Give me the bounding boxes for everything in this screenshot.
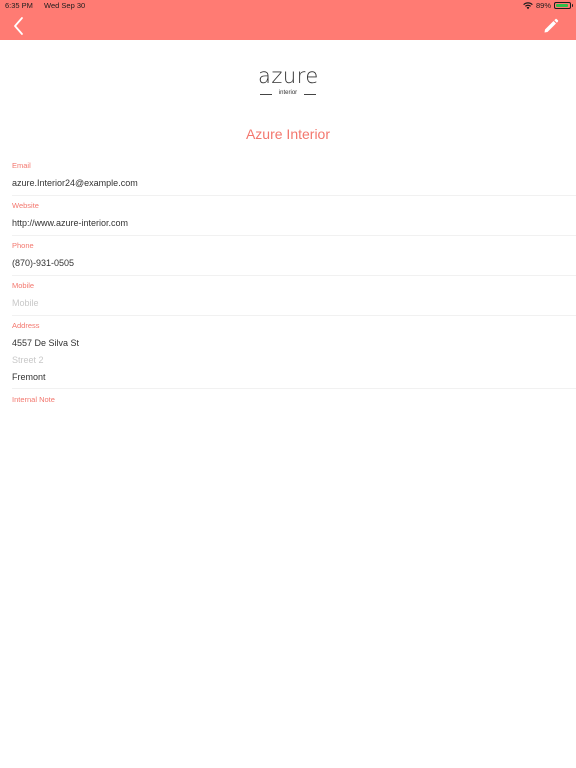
page-title: Azure Interior xyxy=(245,126,331,142)
back-button[interactable] xyxy=(8,15,30,37)
wifi-icon xyxy=(523,1,533,9)
street-value[interactable]: 4557 De Silva St xyxy=(12,338,564,349)
phone-field[interactable]: Phone (870)-931-0505 xyxy=(12,241,564,269)
navigation-bar: 6:35 PM Wed Sep 30 89% xyxy=(0,0,576,40)
email-value[interactable]: azure.Interior24@example.com xyxy=(12,178,564,189)
logo-line-right xyxy=(304,94,316,95)
website-field[interactable]: Website http://www.azure-interior.com xyxy=(12,201,564,229)
address-label: Address xyxy=(12,321,40,330)
internal-note-label: Internal Note xyxy=(12,395,55,404)
city-value[interactable]: Fremont xyxy=(12,372,564,383)
email-field[interactable]: Email azure.Interior24@example.com xyxy=(12,161,564,189)
status-bar-right: 89% xyxy=(523,1,573,10)
divider xyxy=(12,388,576,389)
battery-percent: 89% xyxy=(535,1,551,10)
contact-detail-screen: 6:35 PM Wed Sep 30 89% azure interior Az… xyxy=(0,0,576,768)
logo-tagline: interior xyxy=(278,90,298,96)
internal-note-field[interactable]: Internal Note xyxy=(12,395,564,405)
email-label: Email xyxy=(12,161,31,170)
battery-icon xyxy=(554,2,573,9)
status-time: 6:35 PM xyxy=(5,1,33,10)
status-bar-left: 6:35 PM Wed Sep 30 xyxy=(5,1,94,10)
website-label: Website xyxy=(12,201,39,210)
phone-value[interactable]: (870)-931-0505 xyxy=(12,258,564,269)
mobile-input[interactable]: Mobile xyxy=(12,298,564,309)
logo-wordmark: azure xyxy=(258,64,319,88)
battery-level-fill xyxy=(556,4,568,7)
divider xyxy=(12,315,576,316)
company-logo: azure interior xyxy=(258,64,318,100)
divider xyxy=(12,275,576,276)
pencil-icon xyxy=(544,18,559,33)
chevron-left-icon xyxy=(14,17,23,35)
website-value[interactable]: http://www.azure-interior.com xyxy=(12,218,564,229)
edit-button[interactable] xyxy=(542,17,560,35)
mobile-label: Mobile xyxy=(12,281,35,290)
address-field[interactable]: Address 4557 De Silva St Street 2 Fremon… xyxy=(12,321,564,383)
divider xyxy=(12,195,576,196)
divider xyxy=(12,235,576,236)
status-date: Wed Sep 30 xyxy=(44,1,86,10)
phone-label: Phone xyxy=(12,241,34,250)
street2-input[interactable]: Street 2 xyxy=(12,355,564,366)
mobile-field[interactable]: Mobile Mobile xyxy=(12,281,564,309)
